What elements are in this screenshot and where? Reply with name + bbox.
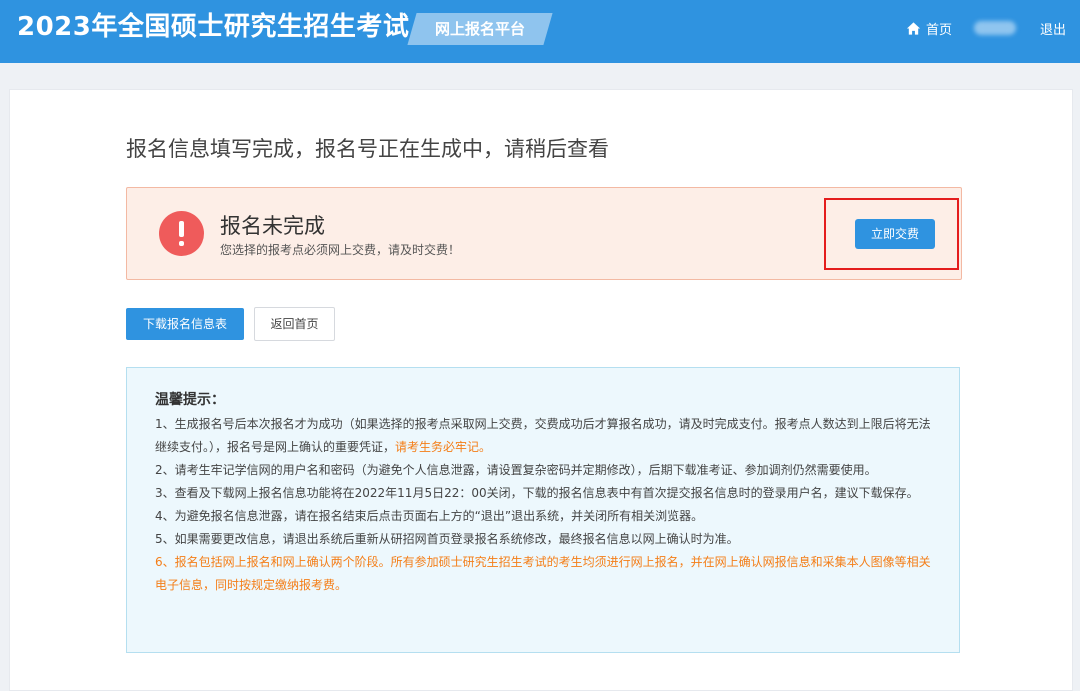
alert-title: 报名未完成: [220, 214, 325, 238]
top-nav: 首页 退出: [906, 18, 1066, 38]
home-link[interactable]: 首页: [906, 19, 952, 38]
main-card: 报名信息填写完成，报名号正在生成中，请稍后查看 报名未完成 您选择的报考点必须网…: [9, 89, 1073, 691]
tip-item-1-text: 1、生成报名号后本次报名才为成功（如果选择的报考点采取网上交费，交费成功后才算报…: [155, 417, 931, 454]
tip-item-3: 3、查看及下载网上报名信息功能将在2022年11月5日22：00关闭，下载的报名…: [155, 486, 919, 500]
tips-list: 1、生成报名号后本次报名才为成功（如果选择的报考点采取网上交费，交费成功后才算报…: [155, 413, 939, 597]
username-redacted: [973, 21, 1016, 35]
app-title: 2023年全国硕士研究生招生考试: [17, 12, 410, 42]
pay-now-button[interactable]: 立即交费: [855, 219, 935, 249]
tip-item-6: 6、报名包括网上报名和网上确认两个阶段。所有参加硕士研究生招生考试的考生均须进行…: [155, 555, 931, 592]
page-title: 报名信息填写完成，报名号正在生成中，请稍后查看: [126, 137, 609, 161]
tip-item-5: 5、如果需要更改信息，请退出系统后重新从研招网首页登录报名系统修改，最终报名信息…: [155, 532, 739, 546]
download-registration-form-button[interactable]: 下载报名信息表: [126, 308, 244, 340]
logout-link[interactable]: 退出: [1040, 19, 1066, 38]
top-header: 2023年全国硕士研究生招生考试 网上报名平台 首页 退出: [0, 0, 1080, 63]
tip-item-1: 1、生成报名号后本次报名才为成功（如果选择的报考点采取网上交费，交费成功后才算报…: [155, 413, 939, 459]
back-to-home-button[interactable]: 返回首页: [254, 307, 335, 341]
tip-item-1-highlight: 请考生务必牢记。: [395, 440, 492, 454]
exclamation-dot: [179, 241, 184, 246]
tip-item-4: 4、为避免报名信息泄露，请在报名结束后点击页面右上方的“退出”退出系统，并关闭所…: [155, 509, 704, 523]
home-link-label: 首页: [925, 22, 952, 38]
exclamation-circle-icon: [159, 211, 204, 256]
tips-panel: 温馨提示： 1、生成报名号后本次报名才为成功（如果选择的报考点采取网上交费，交费…: [126, 367, 960, 653]
alert-subtitle: 您选择的报考点必须网上交费，请及时交费！: [220, 243, 461, 257]
platform-badge-label: 网上报名平台: [434, 20, 525, 38]
exclamation-bar: [179, 221, 184, 237]
platform-badge: 网上报名平台: [407, 13, 553, 45]
home-icon: [906, 21, 921, 35]
tip-item-2: 2、请考生牢记学信网的用户名和密码（为避免个人信息泄露，请设置复杂密码并定期修改…: [155, 463, 877, 477]
payment-alert: 报名未完成 您选择的报考点必须网上交费，请及时交费！ 立即交费: [126, 187, 962, 280]
tips-title: 温馨提示：: [155, 392, 225, 408]
